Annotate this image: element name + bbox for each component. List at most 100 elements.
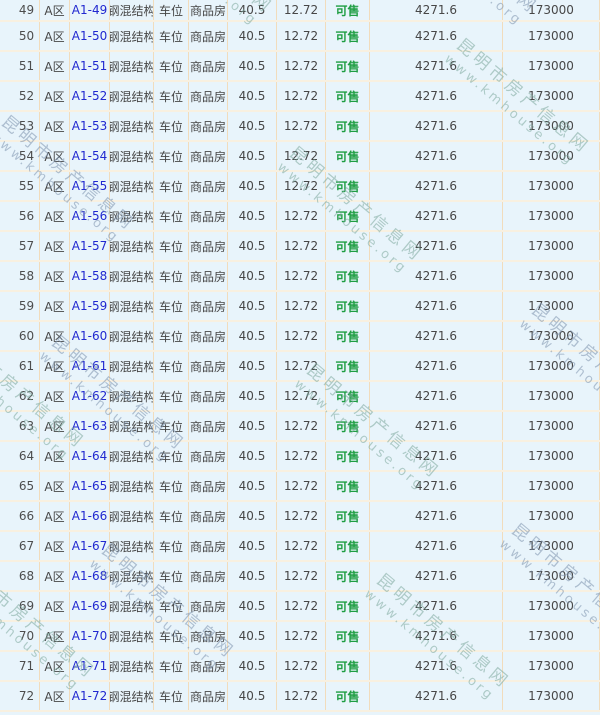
cell-no: 72 — [19, 689, 34, 703]
cell-purpose: 商品房 — [190, 388, 226, 405]
cell-total-price: 173000 — [528, 509, 574, 523]
cell-inner-area: 12.72 — [284, 149, 318, 163]
cell-structure: 钢混结构 — [110, 508, 154, 525]
cell-area: 40.5 — [239, 179, 266, 193]
table-row: 57A区A1-57钢混结构车位商品房40.512.72可售4271.617300… — [0, 232, 600, 262]
cell-structure: 钢混结构 — [110, 208, 154, 225]
unit-link[interactable]: A1-69 — [72, 599, 107, 613]
cell-unit-price: 4271.6 — [415, 269, 457, 283]
unit-link[interactable]: A1-53 — [72, 119, 107, 133]
cell-area: 40.5 — [239, 149, 266, 163]
cell-type: 车位 — [159, 568, 183, 585]
cell-structure: 钢混结构 — [110, 478, 154, 495]
cell-no: 54 — [19, 149, 34, 163]
unit-link[interactable]: A1-61 — [72, 359, 107, 373]
cell-structure: 钢混结构 — [110, 268, 154, 285]
cell-zone: A区 — [44, 508, 64, 525]
cell-unit-price: 4271.6 — [415, 479, 457, 493]
table-row: 56A区A1-56钢混结构车位商品房40.512.72可售4271.617300… — [0, 202, 600, 232]
cell-type: 车位 — [159, 268, 183, 285]
cell-no: 64 — [19, 449, 34, 463]
unit-link[interactable]: A1-66 — [72, 509, 107, 523]
table-row: 66A区A1-66钢混结构车位商品房40.512.72可售4271.617300… — [0, 502, 600, 532]
cell-total-price: 173000 — [528, 59, 574, 73]
unit-link[interactable]: A1-71 — [72, 659, 107, 673]
cell-unit-price: 4271.6 — [415, 59, 457, 73]
cell-unit-price: 4271.6 — [415, 209, 457, 223]
cell-purpose: 商品房 — [190, 358, 226, 375]
cell-purpose: 商品房 — [190, 298, 226, 315]
unit-link[interactable]: A1-62 — [72, 389, 107, 403]
unit-link[interactable]: A1-64 — [72, 449, 107, 463]
cell-type: 车位 — [159, 328, 183, 345]
cell-type: 车位 — [159, 148, 183, 165]
unit-link[interactable]: A1-58 — [72, 269, 107, 283]
unit-link[interactable]: A1-67 — [72, 539, 107, 553]
cell-no: 62 — [19, 389, 34, 403]
cell-status: 可售 — [335, 358, 359, 375]
unit-link[interactable]: A1-68 — [72, 569, 107, 583]
cell-zone: A区 — [44, 328, 64, 345]
cell-total-price: 173000 — [528, 629, 574, 643]
cell-zone: A区 — [44, 478, 64, 495]
unit-link[interactable]: A1-56 — [72, 209, 107, 223]
table-row: 58A区A1-58钢混结构车位商品房40.512.72可售4271.617300… — [0, 262, 600, 292]
table-row: 69A区A1-69钢混结构车位商品房40.512.72可售4271.617300… — [0, 592, 600, 622]
cell-zone: A区 — [44, 598, 64, 615]
cell-type: 车位 — [159, 688, 183, 705]
cell-unit-price: 4271.6 — [415, 89, 457, 103]
cell-no: 59 — [19, 299, 34, 313]
cell-inner-area: 12.72 — [284, 119, 318, 133]
unit-link[interactable]: A1-49 — [72, 3, 107, 17]
cell-structure: 钢混结构 — [110, 28, 154, 45]
cell-inner-area: 12.72 — [284, 419, 318, 433]
unit-link[interactable]: A1-55 — [72, 179, 107, 193]
cell-type: 车位 — [159, 238, 183, 255]
cell-status: 可售 — [335, 28, 359, 45]
cell-area: 40.5 — [239, 389, 266, 403]
cell-zone: A区 — [44, 148, 64, 165]
table-row: 71A区A1-71钢混结构车位商品房40.512.72可售4271.617300… — [0, 652, 600, 682]
cell-structure: 钢混结构 — [110, 148, 154, 165]
cell-type: 车位 — [159, 538, 183, 555]
cell-type: 车位 — [159, 178, 183, 195]
cell-purpose: 商品房 — [190, 688, 226, 705]
unit-link[interactable]: A1-51 — [72, 59, 107, 73]
unit-link[interactable]: A1-72 — [72, 689, 107, 703]
cell-type: 车位 — [159, 418, 183, 435]
unit-link[interactable]: A1-63 — [72, 419, 107, 433]
cell-purpose: 商品房 — [190, 568, 226, 585]
listing-table-page: 49A区A1-49钢混结构车位商品房40.512.72可售4271.617300… — [0, 0, 600, 715]
cell-structure: 钢混结构 — [110, 238, 154, 255]
cell-total-price: 173000 — [528, 149, 574, 163]
unit-link[interactable]: A1-57 — [72, 239, 107, 253]
unit-link[interactable]: A1-70 — [72, 629, 107, 643]
cell-unit-price: 4271.6 — [415, 119, 457, 133]
cell-inner-area: 12.72 — [284, 539, 318, 553]
cell-purpose: 商品房 — [190, 328, 226, 345]
cell-zone: A区 — [44, 238, 64, 255]
unit-link[interactable]: A1-60 — [72, 329, 107, 343]
cell-status: 可售 — [335, 568, 359, 585]
cell-area: 40.5 — [239, 629, 266, 643]
cell-unit-price: 4271.6 — [415, 389, 457, 403]
listing-table: 49A区A1-49钢混结构车位商品房40.512.72可售4271.617300… — [0, 0, 600, 712]
cell-status: 可售 — [335, 418, 359, 435]
cell-status: 可售 — [335, 58, 359, 75]
cell-zone: A区 — [44, 208, 64, 225]
cell-type: 车位 — [159, 598, 183, 615]
cell-status: 可售 — [335, 658, 359, 675]
unit-link[interactable]: A1-52 — [72, 89, 107, 103]
unit-link[interactable]: A1-54 — [72, 149, 107, 163]
table-row: 49A区A1-49钢混结构车位商品房40.512.72可售4271.617300… — [0, 0, 600, 22]
unit-link[interactable]: A1-59 — [72, 299, 107, 313]
unit-link[interactable]: A1-65 — [72, 479, 107, 493]
cell-inner-area: 12.72 — [284, 209, 318, 223]
cell-structure: 钢混结构 — [110, 118, 154, 135]
cell-type: 车位 — [159, 448, 183, 465]
unit-link[interactable]: A1-50 — [72, 29, 107, 43]
cell-total-price: 173000 — [528, 299, 574, 313]
cell-zone: A区 — [44, 658, 64, 675]
cell-purpose: 商品房 — [190, 658, 226, 675]
cell-inner-area: 12.72 — [284, 29, 318, 43]
